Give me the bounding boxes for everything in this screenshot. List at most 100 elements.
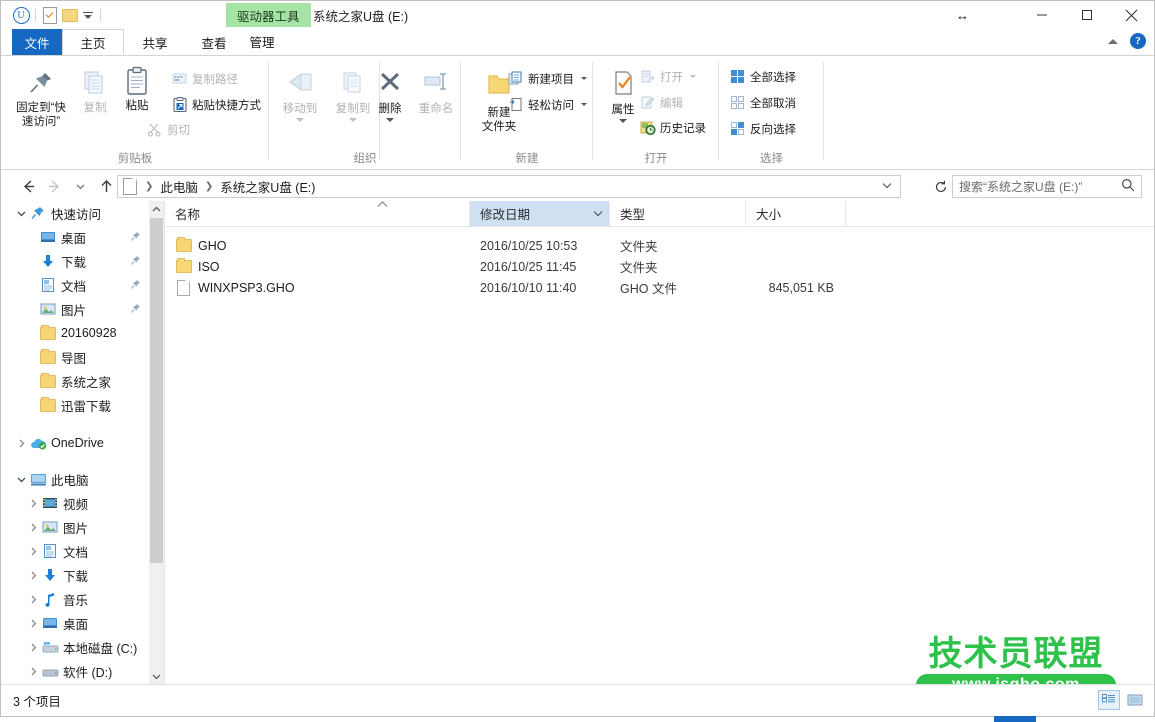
- column-label: 大小: [756, 204, 781, 223]
- sidebar-item-daotu[interactable]: 导图: [1, 345, 149, 369]
- forward-arrow-icon[interactable]: [41, 174, 67, 200]
- column-header-type[interactable]: 类型: [610, 201, 746, 226]
- delete-caret-icon[interactable]: [386, 118, 394, 122]
- new-item-caret-icon[interactable]: [581, 77, 587, 80]
- large-icons-view-button[interactable]: [1124, 690, 1146, 710]
- chevron-right-icon[interactable]: [25, 547, 41, 556]
- tab-file[interactable]: 文件: [12, 29, 62, 55]
- properties-icon[interactable]: [40, 5, 60, 25]
- paste-button[interactable]: 粘贴: [109, 66, 165, 113]
- table-row[interactable]: ISO 2016/10/25 11:45 文件夹: [165, 256, 1154, 277]
- address-dropdown-icon[interactable]: [881, 179, 893, 194]
- scroll-up-icon[interactable]: [149, 201, 164, 218]
- details-view-button[interactable]: [1098, 690, 1120, 710]
- scroll-down-icon[interactable]: [149, 668, 164, 685]
- chevron-down-icon[interactable]: [13, 475, 29, 484]
- column-header-date[interactable]: 修改日期: [470, 201, 610, 226]
- pin-icon[interactable]: [130, 255, 141, 269]
- easy-access-caret-icon[interactable]: [581, 103, 587, 106]
- easy-access-button[interactable]: 轻松访问: [507, 96, 587, 113]
- pin-icon[interactable]: [130, 279, 141, 293]
- properties-caret-icon[interactable]: [619, 119, 627, 123]
- rename-button[interactable]: 重命名: [408, 70, 464, 116]
- tab-manage[interactable]: 管理: [226, 29, 298, 55]
- address-right-controls: 搜索“系统之家U盘 (E:)”: [930, 175, 1154, 198]
- paste-shortcut-button[interactable]: 粘贴快捷方式: [171, 96, 261, 113]
- sidebar-item-xunlei-downloads[interactable]: 迅雷下载: [1, 393, 149, 417]
- tab-home[interactable]: 主页: [62, 29, 124, 55]
- help-icon[interactable]: ?: [1130, 33, 1146, 49]
- sidebar-group-this-pc[interactable]: 此电脑: [1, 467, 149, 491]
- sidebar-item-desktop[interactable]: 桌面: [1, 225, 149, 249]
- copy-to-caret-icon[interactable]: [349, 118, 357, 122]
- close-button[interactable]: [1109, 1, 1154, 29]
- chevron-right-icon[interactable]: [25, 523, 41, 532]
- scrollbar-thumb[interactable]: [150, 218, 163, 563]
- chevron-down-icon[interactable]: [13, 209, 29, 218]
- pin-icon[interactable]: [130, 231, 141, 245]
- chevron-right-icon[interactable]: [25, 643, 41, 652]
- open-button[interactable]: 打开: [639, 68, 696, 85]
- minimize-button[interactable]: [1019, 1, 1064, 29]
- pin-to-quick-access-button[interactable]: 固定到“快 速访问”: [13, 68, 69, 129]
- recent-caret-icon[interactable]: [67, 174, 93, 200]
- breadcrumb-item-0[interactable]: 此电脑: [158, 177, 200, 196]
- sidebar-item-music[interactable]: 音乐: [1, 587, 149, 611]
- sidebar-item-xitongzhijia[interactable]: 系统之家: [1, 369, 149, 393]
- chevron-right-icon[interactable]: [25, 571, 41, 580]
- chevron-right-icon[interactable]: [13, 439, 29, 448]
- column-header-size[interactable]: 大小: [746, 201, 846, 226]
- sidebar-item-videos[interactable]: 视频: [1, 491, 149, 515]
- explorer-icon[interactable]: U: [11, 5, 31, 25]
- sidebar-item-documents-pc[interactable]: 文档: [1, 539, 149, 563]
- sidebar-item-pictures[interactable]: 图片: [1, 297, 149, 321]
- search-input[interactable]: 搜索“系统之家U盘 (E:)”: [952, 175, 1142, 198]
- breadcrumb-item-1[interactable]: 系统之家U盘 (E:): [218, 177, 317, 196]
- rename-label: 重命名: [419, 102, 454, 116]
- copy-path-button[interactable]: 复制路径: [171, 70, 238, 87]
- select-none-button[interactable]: 全部取消: [729, 94, 796, 111]
- select-all-button[interactable]: 全部选择: [729, 68, 796, 85]
- sidebar-item-desktop-pc[interactable]: 桌面: [1, 611, 149, 635]
- move-to-caret-icon[interactable]: [296, 118, 304, 122]
- search-icon[interactable]: [1121, 178, 1135, 195]
- move-to-button[interactable]: 移动到: [272, 70, 328, 122]
- chevron-right-icon[interactable]: [25, 619, 41, 628]
- resize-icon[interactable]: ↔: [956, 9, 969, 22]
- edit-button[interactable]: 编辑: [639, 94, 683, 111]
- chevron-right-icon[interactable]: [25, 595, 41, 604]
- file-list: 名称 修改日期 类型 大小 GHO: [165, 201, 1154, 685]
- history-button[interactable]: 历史记录: [639, 119, 706, 136]
- customize-caret-icon[interactable]: [80, 5, 96, 25]
- open-caret-icon[interactable]: [690, 75, 696, 78]
- refresh-icon[interactable]: [930, 175, 952, 198]
- navigation-scrollbar[interactable]: [149, 201, 165, 685]
- column-dropdown-icon[interactable]: [593, 209, 603, 219]
- new-item-button[interactable]: 新建项目: [507, 70, 587, 87]
- new-folder-icon[interactable]: [60, 5, 80, 25]
- sidebar-item-downloads-pc[interactable]: 下载: [1, 563, 149, 587]
- cell-name: WINXPSP3.GHO: [165, 277, 470, 298]
- cut-button[interactable]: 剪切: [146, 121, 190, 138]
- table-row[interactable]: GHO 2016/10/25 10:53 文件夹: [165, 235, 1154, 256]
- chevron-right-icon[interactable]: [25, 667, 41, 676]
- breadcrumb[interactable]: ❯ 此电脑 ❯ 系统之家U盘 (E:): [117, 175, 901, 198]
- tab-share[interactable]: 共享: [124, 29, 186, 55]
- up-arrow-icon[interactable]: [93, 174, 119, 200]
- back-arrow-icon[interactable]: [15, 174, 41, 200]
- sidebar-item-20160928[interactable]: 20160928: [1, 321, 149, 345]
- maximize-button[interactable]: [1064, 1, 1109, 29]
- sidebar-group-quick-access[interactable]: 快速访问: [1, 201, 149, 225]
- invert-selection-button[interactable]: 反向选择: [729, 120, 796, 137]
- sidebar-item-local-disk-c[interactable]: 本地磁盘 (C:): [1, 635, 149, 659]
- sidebar-group-onedrive[interactable]: OneDrive: [1, 431, 149, 455]
- chevron-right-icon[interactable]: [25, 499, 41, 508]
- column-header-name[interactable]: 名称: [165, 201, 470, 226]
- collapse-ribbon-icon[interactable]: [1108, 39, 1118, 44]
- table-row[interactable]: WINXPSP3.GHO 2016/10/10 11:40 GHO 文件 845…: [165, 277, 1154, 298]
- sidebar-item-pictures-pc[interactable]: 图片: [1, 515, 149, 539]
- sidebar-item-software-d[interactable]: 软件 (D:): [1, 659, 149, 683]
- sidebar-item-downloads[interactable]: 下载: [1, 249, 149, 273]
- pin-icon[interactable]: [130, 303, 141, 317]
- sidebar-item-documents[interactable]: 文档: [1, 273, 149, 297]
